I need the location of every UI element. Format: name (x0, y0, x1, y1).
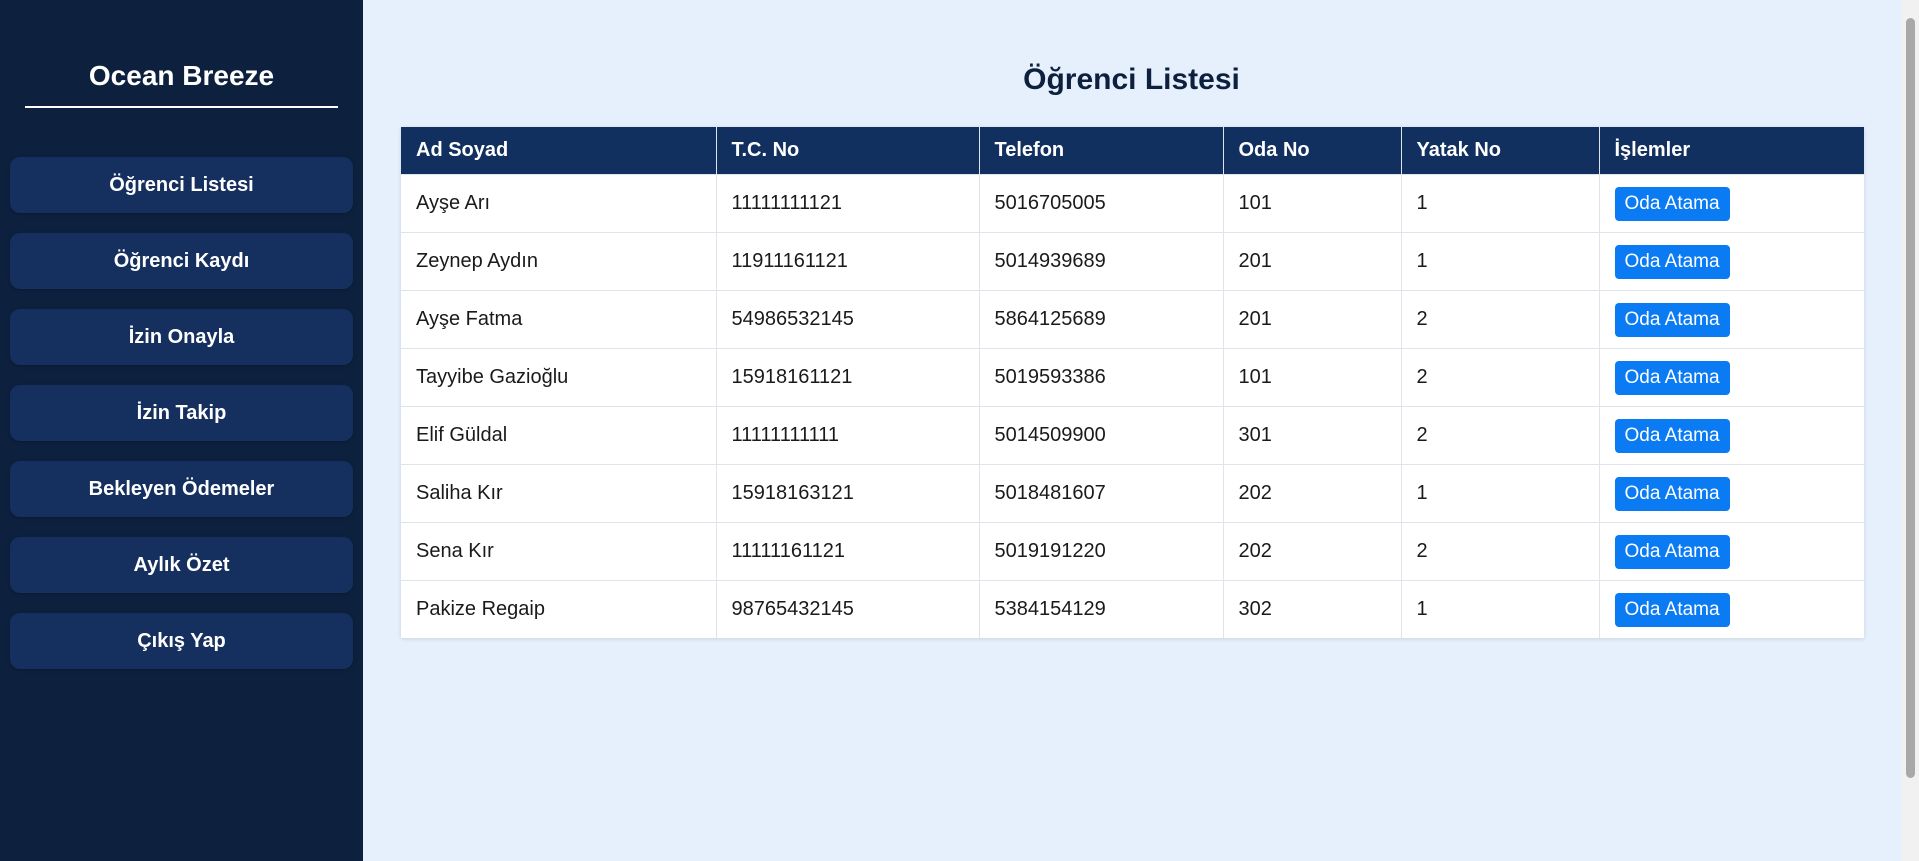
cell-name: Tayyibe Gazioğlu (401, 348, 717, 407)
cell-room: 202 (1223, 464, 1402, 523)
column-header-oda-no: Oda No (1223, 127, 1402, 175)
cell-bed: 2 (1401, 348, 1600, 407)
cell-phone: 5019593386 (979, 348, 1224, 407)
cell-bed: 2 (1401, 406, 1600, 465)
cell-bed: 1 (1401, 232, 1600, 291)
cell-room: 201 (1223, 290, 1402, 349)
column-header-tc-no: T.C. No (716, 127, 980, 175)
cell-name: Zeynep Aydın (401, 232, 717, 291)
cell-name: Pakize Regaip (401, 580, 717, 638)
cell-name: Elif Güldal (401, 406, 717, 465)
sidebar: Ocean Breeze Öğrenci Listesi Öğrenci Kay… (0, 0, 363, 861)
sidebar-item-izin-takip[interactable]: İzin Takip (10, 385, 353, 441)
cell-name: Ayşe Fatma (401, 290, 717, 349)
cell-actions: Oda Atama (1599, 522, 1864, 581)
column-header-ad-soyad: Ad Soyad (401, 127, 717, 175)
student-table-container: Ad Soyad T.C. No Telefon Oda No Yatak No… (401, 127, 1864, 638)
cell-name: Ayşe Arı (401, 174, 717, 233)
cell-tc: 98765432145 (716, 580, 980, 638)
cell-phone: 5019191220 (979, 522, 1224, 581)
table-row: Saliha Kır 15918163121 5018481607 202 1 … (401, 464, 1864, 523)
cell-tc: 11111111111 (716, 406, 980, 465)
cell-actions: Oda Atama (1599, 406, 1864, 465)
sidebar-item-cikis-yap[interactable]: Çıkış Yap (10, 613, 353, 669)
sidebar-item-aylik-ozet[interactable]: Aylık Özet (10, 537, 353, 593)
cell-phone: 5384154129 (979, 580, 1224, 638)
cell-actions: Oda Atama (1599, 174, 1864, 233)
table-row: Ayşe Fatma 54986532145 5864125689 201 2 … (401, 290, 1864, 349)
cell-bed: 1 (1401, 174, 1600, 233)
cell-name: Saliha Kır (401, 464, 717, 523)
cell-phone: 5864125689 (979, 290, 1224, 349)
sidebar-item-ogrenci-kaydi[interactable]: Öğrenci Kaydı (10, 233, 353, 289)
vertical-scrollbar[interactable] (1902, 0, 1919, 861)
cell-room: 101 (1223, 174, 1402, 233)
table-row: Tayyibe Gazioğlu 15918161121 5019593386 … (401, 348, 1864, 407)
page-title: Öğrenci Listesi (0, 63, 1900, 97)
cell-tc: 15918163121 (716, 464, 980, 523)
app-window: Ocean Breeze Öğrenci Listesi Öğrenci Kay… (0, 0, 1919, 861)
student-table: Ad Soyad T.C. No Telefon Oda No Yatak No… (401, 127, 1864, 638)
assign-room-button[interactable]: Oda Atama (1614, 418, 1730, 453)
cell-actions: Oda Atama (1599, 348, 1864, 407)
cell-phone: 5014939689 (979, 232, 1224, 291)
table-row: Zeynep Aydın 11911161121 5014939689 201 … (401, 232, 1864, 291)
cell-name: Sena Kır (401, 522, 717, 581)
cell-tc: 11111111121 (716, 174, 980, 233)
cell-phone: 5016705005 (979, 174, 1224, 233)
cell-actions: Oda Atama (1599, 290, 1864, 349)
cell-tc: 54986532145 (716, 290, 980, 349)
cell-phone: 5014509900 (979, 406, 1224, 465)
table-row: Pakize Regaip 98765432145 5384154129 302… (401, 580, 1864, 638)
column-header-islemler: İşlemler (1599, 127, 1864, 175)
cell-room: 101 (1223, 348, 1402, 407)
cell-tc: 15918161121 (716, 348, 980, 407)
cell-actions: Oda Atama (1599, 232, 1864, 291)
table-row: Elif Güldal 11111111111 5014509900 301 2… (401, 406, 1864, 465)
table-header-row: Ad Soyad T.C. No Telefon Oda No Yatak No… (401, 127, 1864, 175)
cell-tc: 11911161121 (716, 232, 980, 291)
cell-tc: 11111161121 (716, 522, 980, 581)
cell-room: 302 (1223, 580, 1402, 638)
assign-room-button[interactable]: Oda Atama (1614, 186, 1730, 221)
cell-bed: 2 (1401, 290, 1600, 349)
cell-phone: 5018481607 (979, 464, 1224, 523)
cell-room: 301 (1223, 406, 1402, 465)
cell-actions: Oda Atama (1599, 580, 1864, 638)
column-header-telefon: Telefon (979, 127, 1224, 175)
sidebar-nav: Öğrenci Listesi Öğrenci Kaydı İzin Onayl… (0, 157, 363, 669)
table-row: Sena Kır 11111161121 5019191220 202 2 Od… (401, 522, 1864, 581)
page-title-text: Öğrenci Listesi (1023, 63, 1240, 96)
assign-room-button[interactable]: Oda Atama (1614, 534, 1730, 569)
table-row: Ayşe Arı 11111111121 5016705005 101 1 Od… (401, 174, 1864, 233)
table-header: Ad Soyad T.C. No Telefon Oda No Yatak No… (401, 127, 1864, 175)
cell-room: 202 (1223, 522, 1402, 581)
sidebar-item-bekleyen-odemeler[interactable]: Bekleyen Ödemeler (10, 461, 353, 517)
assign-room-button[interactable]: Oda Atama (1614, 476, 1730, 511)
cell-actions: Oda Atama (1599, 464, 1864, 523)
cell-bed: 1 (1401, 464, 1600, 523)
cell-bed: 2 (1401, 522, 1600, 581)
scrollbar-thumb[interactable] (1906, 18, 1915, 778)
table-body: Ayşe Arı 11111111121 5016705005 101 1 Od… (401, 174, 1864, 638)
assign-room-button[interactable]: Oda Atama (1614, 302, 1730, 337)
column-header-yatak-no: Yatak No (1401, 127, 1600, 175)
assign-room-button[interactable]: Oda Atama (1614, 360, 1730, 395)
cell-room: 201 (1223, 232, 1402, 291)
sidebar-item-izin-onayla[interactable]: İzin Onayla (10, 309, 353, 365)
assign-room-button[interactable]: Oda Atama (1614, 592, 1730, 627)
sidebar-item-ogrenci-listesi[interactable]: Öğrenci Listesi (10, 157, 353, 213)
assign-room-button[interactable]: Oda Atama (1614, 244, 1730, 279)
cell-bed: 1 (1401, 580, 1600, 638)
main-content: Öğrenci Listesi Ad Soyad T.C. No Telefon (363, 0, 1919, 861)
